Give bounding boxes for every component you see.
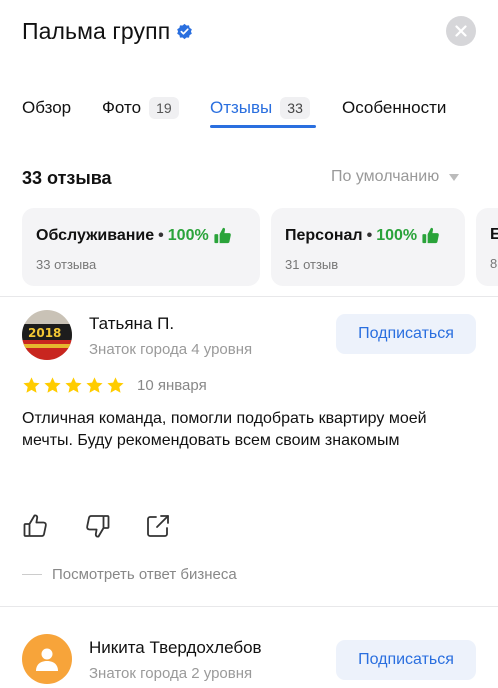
avatar[interactable] [22,634,72,684]
verified-check-icon [177,23,193,40]
aspect-percent: 100% [167,226,209,244]
subscribe-button[interactable]: Подписаться [336,640,476,680]
review-author-level: Знаток города 2 уровня [89,665,253,682]
active-tab-indicator [210,125,316,128]
aspect-name: Персонал [285,226,363,244]
tab-label: Обзор [22,98,72,117]
tab-features[interactable]: Особенности [342,88,446,128]
svg-text:2018: 2018 [28,326,61,340]
star-icon [107,377,124,393]
tab-count: 19 [149,97,179,119]
chevron-down-icon [449,173,460,181]
aspect-card-service[interactable]: Обслуживание • 100% 33 отзыва [22,208,260,286]
rating-stars: 10 января [22,376,207,395]
reviews-count-heading: 33 отзыва [22,168,112,188]
star-icon [23,377,40,393]
thumbs-up-icon [214,227,231,244]
business-reply-link[interactable]: Посмотреть ответ бизнеса [22,566,237,583]
tab-reviews[interactable]: Отзывы 33 [210,88,310,128]
review-date: 10 января [137,377,207,394]
aspect-name: Обслуживание [36,226,155,244]
user-placeholder-icon [36,648,58,671]
close-icon [455,25,467,37]
tab-label: Фото [102,98,142,117]
sort-label: По умолчанию [331,168,440,185]
header: Пальма групп [0,0,498,70]
tab-label: Отзывы [210,98,273,117]
dislike-button[interactable] [83,512,111,540]
aspect-card-staff[interactable]: Персонал • 100% 31 отзыв [271,208,465,286]
aspect-percent: 100% [376,226,418,244]
share-button[interactable] [144,512,172,540]
subscribe-button[interactable]: Подписаться [336,314,476,354]
avatar-image: 2018 [22,310,72,360]
tab-label: Особенности [342,98,447,117]
review-author-level: Знаток города 4 уровня [89,341,253,358]
aspect-subtitle: 31 отзыв [285,257,339,272]
tab-count: 33 [280,97,310,119]
thumbs-up-icon [422,227,439,244]
review-author-name[interactable]: Никита Твердохлебов [89,638,262,658]
sort-dropdown[interactable]: По умолчанию [331,168,460,186]
aspect-card-partial[interactable]: Е 8 [476,208,498,286]
separator-dot: • [158,226,164,244]
review-actions [22,512,205,540]
business-reply-label: Посмотреть ответ бизнеса [52,566,237,583]
divider [0,296,498,297]
review-author-name[interactable]: Татьяна П. [89,314,174,334]
tab-photos[interactable]: Фото 19 [102,88,179,128]
divider [0,606,498,607]
aspect-subtitle: 33 отзыва [36,257,97,272]
star-icon [65,377,82,393]
title-wrap: Пальма групп [22,18,193,45]
close-button[interactable] [446,16,476,46]
star-icon [44,377,61,393]
aspect-title: Обслуживание • 100% [36,226,246,245]
divider-line [22,574,42,575]
avatar[interactable]: 2018 [22,310,72,360]
review-text: Отличная команда, помогли подобрать квар… [22,410,427,449]
aspect-title: Персонал • 100% [285,226,451,245]
separator-dot: • [366,226,373,244]
star-icon [86,377,103,393]
tab-overview[interactable]: Обзор [22,88,71,128]
like-button[interactable] [22,512,50,540]
page-title: Пальма групп [22,18,171,44]
